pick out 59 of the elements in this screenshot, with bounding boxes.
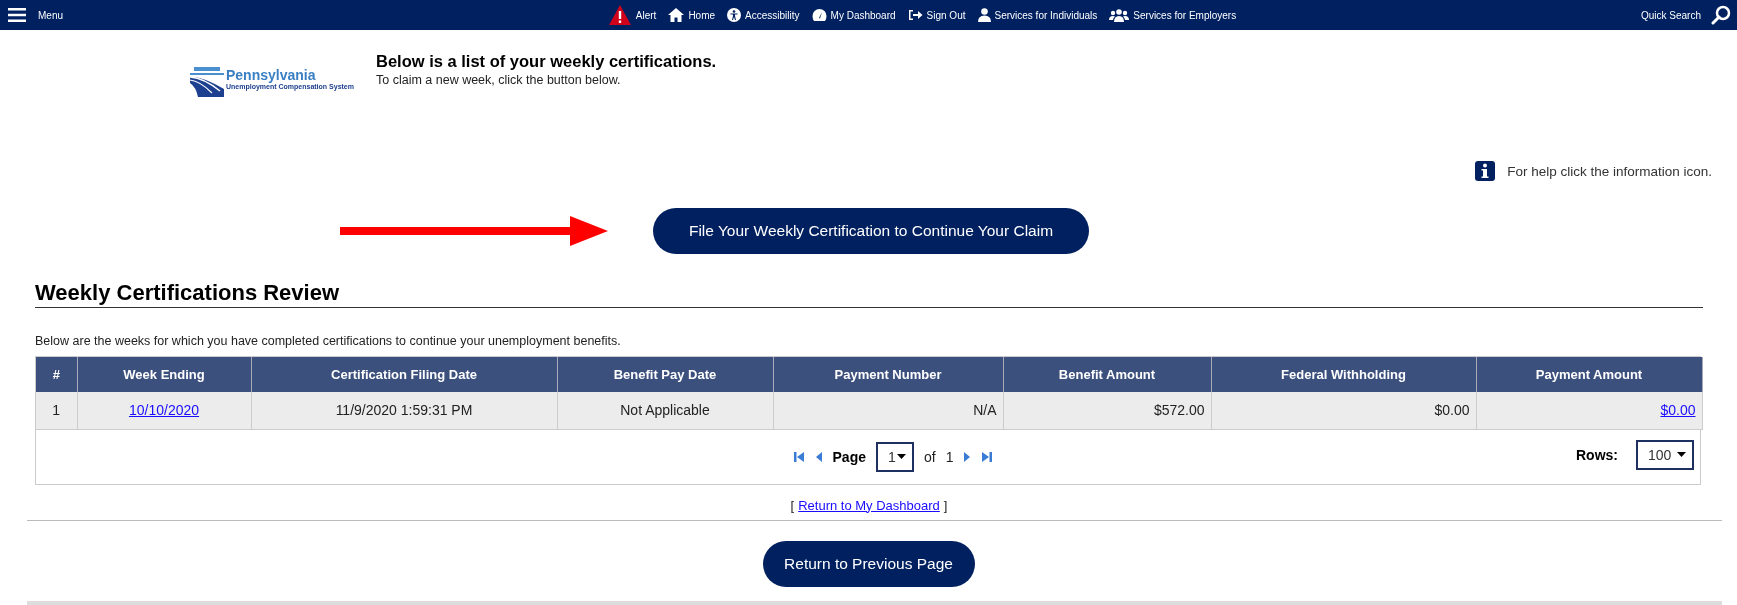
page-total: 1 (945, 448, 954, 465)
column-header: Payment Amount (1476, 357, 1702, 392)
column-header: Week Ending (77, 357, 251, 392)
logo-name: Pennsylvania (226, 67, 316, 83)
column-header: Certification Filing Date (251, 357, 557, 392)
caret-icon (1677, 452, 1686, 457)
bracket-text: ] (943, 497, 948, 513)
page-heading: Below is a list of your weekly certifications. (376, 52, 717, 71)
menu-button[interactable]: Menu (8, 7, 63, 23)
rows-label: Rows: (1576, 446, 1618, 463)
nav-link[interactable]: My Dashboard (811, 8, 896, 22)
logo-mark-icon (190, 67, 224, 97)
table-cell: Not Applicable (620, 402, 710, 419)
home-icon (668, 8, 685, 22)
help-text: For help click the information icon. (1507, 163, 1712, 179)
section-description: Below are the weeks for which you have completed certifications to continue your unemployment benefits. (35, 334, 622, 348)
search-icon (1711, 5, 1731, 25)
table-cell: 1 (52, 402, 61, 419)
table-cell: $572.00 (1153, 402, 1205, 419)
quick-search-button[interactable]: Quick Search (1640, 5, 1731, 25)
nav-link[interactable]: Services for Individuals (977, 8, 1098, 22)
page-label: Page (832, 448, 866, 465)
last-page-icon[interactable] (981, 450, 994, 463)
column-header: Federal Withholding (1211, 357, 1476, 392)
intro-text: To claim a new week, click the button below. (376, 73, 622, 87)
nav-link[interactable]: Alert (607, 4, 657, 26)
column-header: # (36, 357, 77, 392)
gauge-icon (811, 8, 827, 22)
information-icon[interactable] (1475, 161, 1496, 181)
caret-icon (897, 454, 906, 459)
rows-select[interactable]: 100 (1636, 439, 1694, 470)
nav-link[interactable]: Sign Out (907, 8, 966, 22)
table-cell: N/A (973, 402, 997, 419)
menu-icon (8, 7, 26, 23)
table-link[interactable]: 10/10/2020 (128, 402, 200, 419)
first-page-icon[interactable] (792, 450, 805, 463)
nav-link[interactable]: Home (668, 8, 716, 22)
accessibility-icon (727, 8, 742, 22)
sign-out-icon (907, 8, 923, 22)
column-header: Benefit Pay Date (557, 357, 773, 392)
bracket-text: [ (790, 497, 795, 513)
next-page-icon[interactable] (963, 450, 972, 463)
people-icon (1109, 8, 1130, 22)
table-cell: 11/9/2020 1:59:31 PM (335, 402, 473, 419)
nav-link[interactable]: Services for Employers (1109, 8, 1237, 22)
page-select[interactable]: 1 (876, 441, 914, 472)
nav-link[interactable]: Accessibility (727, 8, 800, 22)
person-icon (977, 8, 991, 22)
dashboard-link[interactable]: Return to My Dashboard (798, 497, 940, 513)
column-header: Benefit Amount (1003, 357, 1211, 392)
section-title: Weekly Certifications Review (35, 280, 1703, 308)
file-certification-button[interactable]: File Your Weekly Certification to Continue Your Claim (653, 208, 1089, 254)
table-link[interactable]: $0.00 (1660, 402, 1696, 419)
warning-icon (607, 4, 632, 26)
column-header: Payment Number (773, 357, 1003, 392)
table-cell: $0.00 (1434, 402, 1470, 419)
page-of-label: of (924, 448, 936, 465)
return-button[interactable]: Return to Previous Page (762, 540, 975, 587)
previous-page-icon[interactable] (814, 450, 823, 463)
